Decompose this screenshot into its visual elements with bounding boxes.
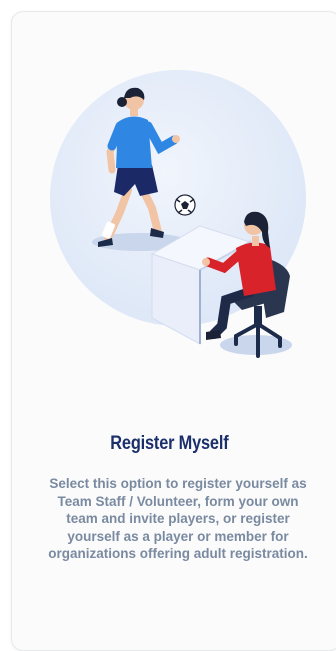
soccer-ball-icon	[174, 194, 196, 216]
card-description: Select this option to register yourself …	[48, 476, 308, 561]
register-myself-illustration	[0, 0, 336, 400]
card-title: Register Myself	[110, 433, 229, 454]
